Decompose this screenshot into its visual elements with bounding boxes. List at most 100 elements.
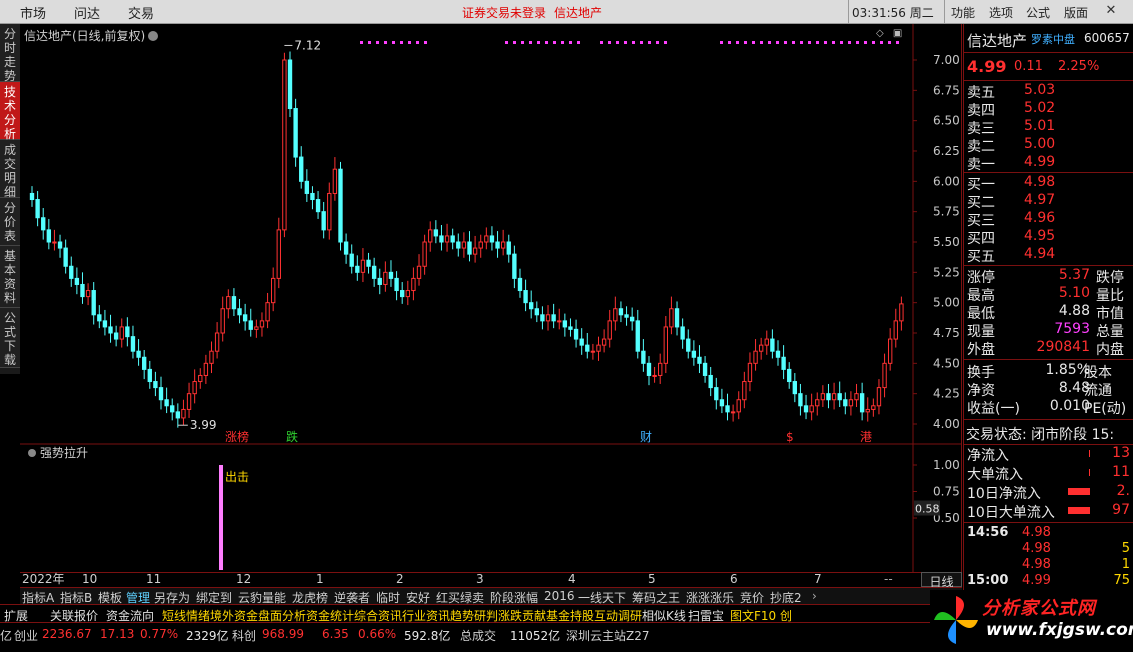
candle-body[interactable] (85, 290, 91, 298)
candle-body[interactable] (41, 217, 46, 231)
candle-body[interactable] (641, 350, 646, 364)
candle-body[interactable] (893, 320, 898, 340)
candle-body[interactable] (506, 241, 511, 255)
event-label[interactable]: 涨榜 (225, 429, 249, 444)
candle-body[interactable] (803, 405, 809, 413)
candle-body[interactable] (461, 241, 467, 249)
ask-row[interactable]: 卖二 5.00 (964, 136, 1133, 155)
candle-body[interactable] (35, 199, 40, 219)
signal-bar[interactable] (219, 465, 223, 570)
candle-body[interactable] (551, 314, 556, 322)
candle-body[interactable] (714, 387, 719, 401)
candle-body[interactable] (332, 168, 338, 194)
bid-row[interactable]: 买一 4.98 (964, 174, 1133, 193)
candle-body[interactable] (46, 229, 52, 243)
candle-body[interactable] (366, 259, 371, 267)
candle-body[interactable] (568, 326, 573, 330)
candle-body[interactable] (405, 290, 410, 298)
candle-body[interactable] (899, 303, 904, 322)
candle-body[interactable] (747, 362, 753, 383)
tab-deals[interactable]: 成交明细 (0, 140, 20, 199)
candle-body[interactable] (764, 338, 769, 346)
menu-formula[interactable]: 公式 (1026, 4, 1050, 21)
candle-body[interactable] (478, 241, 483, 249)
candle-body[interactable] (433, 229, 439, 237)
candle-body[interactable] (231, 296, 237, 310)
candle-body[interactable] (781, 356, 786, 370)
candle-body[interactable] (613, 308, 618, 322)
candle-body[interactable] (394, 277, 399, 292)
period-button[interactable]: 日线 (921, 572, 962, 589)
candle-body[interactable] (69, 265, 74, 279)
menu-options[interactable]: 选项 (989, 4, 1013, 21)
candle-body[interactable] (590, 350, 596, 353)
candle-body[interactable] (843, 399, 848, 407)
bid-row[interactable]: 买四 4.95 (964, 228, 1133, 247)
candle-body[interactable] (220, 308, 225, 334)
event-label[interactable]: $ (786, 430, 794, 444)
kline-chart[interactable]: 7.00 6.75 6.50 6.25 6.00 5.75 5.50 5.25 5.00 4.75… (20, 24, 962, 572)
candle-body[interactable] (669, 308, 674, 328)
candle-body[interactable] (607, 320, 612, 340)
menu-function[interactable]: 功能 (951, 4, 975, 21)
flow-row[interactable]: 10日大单流入 97 (964, 502, 1133, 521)
candle-body[interactable] (186, 393, 192, 410)
candle-body[interactable] (125, 326, 130, 338)
server-status[interactable]: 深圳云主站Z27 (566, 627, 650, 644)
candle-body[interactable] (467, 241, 472, 255)
candle-body[interactable] (422, 241, 427, 267)
tab-profile[interactable]: 基本资料 (0, 246, 20, 308)
menu-market[interactable]: 市场 (20, 3, 46, 22)
window-icon[interactable]: ▣ (893, 28, 902, 39)
candle-body[interactable] (80, 283, 85, 298)
candle-body[interactable] (175, 411, 181, 419)
candle-body[interactable] (629, 316, 635, 322)
candle-body[interactable] (820, 393, 826, 401)
index-chuangye-label[interactable]: 创业 (14, 627, 38, 644)
candle-body[interactable] (192, 381, 197, 395)
candle-body[interactable] (400, 290, 405, 298)
candle-body[interactable] (360, 259, 366, 273)
candle-body[interactable] (248, 320, 253, 330)
candle-body[interactable] (170, 405, 175, 413)
candle-body[interactable] (141, 356, 147, 370)
candle-body[interactable] (209, 350, 214, 364)
tab-price-table[interactable]: 分价表 (0, 198, 20, 246)
candle-body[interactable] (276, 229, 281, 279)
candle-body[interactable] (444, 235, 450, 243)
candle-body[interactable] (635, 320, 640, 352)
candle-body[interactable] (315, 199, 321, 213)
candle-body[interactable] (164, 399, 169, 407)
candle-body[interactable] (573, 328, 579, 340)
candle-body[interactable] (815, 399, 820, 407)
login-notice[interactable]: 证券交易未登录 (462, 4, 546, 21)
candle-body[interactable] (517, 277, 523, 292)
candle-body[interactable] (730, 411, 736, 414)
candle-body[interactable] (663, 326, 668, 364)
candle-body[interactable] (304, 180, 310, 194)
candle-body[interactable] (719, 399, 725, 407)
event-label[interactable]: 财 (640, 430, 652, 444)
candle-body[interactable] (484, 235, 489, 243)
menu-trade[interactable]: 交易 (128, 3, 154, 22)
candle-body[interactable] (792, 381, 798, 395)
candle-body[interactable] (512, 253, 517, 279)
candle-body[interactable] (271, 277, 276, 304)
candle-body[interactable] (848, 399, 854, 407)
candle-body[interactable] (702, 362, 708, 376)
candle-body[interactable] (876, 387, 882, 407)
candle-body[interactable] (74, 277, 80, 285)
event-label[interactable]: 港 (860, 430, 872, 444)
candle-body[interactable] (596, 344, 601, 352)
candle-body[interactable] (691, 350, 697, 358)
candle-body[interactable] (97, 314, 102, 322)
candle-body[interactable] (523, 290, 528, 304)
candle-body[interactable] (181, 408, 186, 419)
candle-body[interactable] (282, 59, 287, 231)
candle-body[interactable] (158, 387, 164, 401)
candle-body[interactable] (377, 277, 382, 285)
candle-body[interactable] (585, 344, 590, 352)
candle-body[interactable] (108, 326, 113, 334)
candle-body[interactable] (411, 277, 416, 292)
candle-body[interactable] (854, 393, 859, 401)
